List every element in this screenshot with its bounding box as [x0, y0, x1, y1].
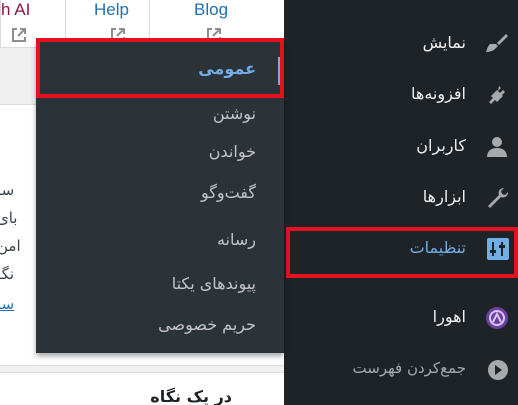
help-link-label: Help — [94, 0, 129, 19]
submenu-item-label: حریم خصوصی — [158, 315, 256, 334]
submenu-item-permalinks[interactable]: پیوندهای یکتا — [36, 268, 284, 302]
submenu-item-discussion[interactable]: گفت‌وگو — [36, 177, 284, 211]
ai-link-label: h AI — [1, 0, 31, 19]
sidebar-item-users[interactable]: کاربران — [284, 127, 518, 167]
widget-title: در یک نگاه — [150, 387, 232, 405]
submenu-item-general[interactable]: عمومی — [36, 53, 284, 87]
user-icon — [487, 137, 507, 157]
sidebar-item-label: نمایش — [422, 33, 466, 52]
sidebar-item-appearance[interactable]: نمایش — [284, 24, 518, 64]
submenu-item-label: گفت‌وگو — [200, 183, 256, 202]
sidebar-item-tools[interactable]: ابزارها — [284, 178, 518, 218]
sidebar-item-plugins[interactable]: افزونه‌ها — [284, 75, 518, 115]
plug-icon — [489, 86, 505, 104]
collapse-arrow-icon — [488, 360, 508, 380]
sidebar-item-label: تنظیمات — [409, 238, 466, 257]
paintbrush-icon — [486, 34, 508, 52]
current-item-indicator — [278, 57, 282, 85]
external-link-icon — [12, 28, 26, 42]
submenu-item-reading[interactable]: خواندن — [36, 136, 284, 170]
wrench-icon — [488, 187, 509, 208]
widget-text-fragment: امن — [0, 237, 21, 255]
settings-sliders-icon — [487, 238, 509, 260]
settings-submenu: عمومی نوشتن خواندن گفت‌وگو رسانه پیوندها… — [36, 40, 284, 353]
sidebar-item-label: افزونه‌ها — [411, 84, 466, 103]
widget-text-fragment: بای — [0, 209, 18, 227]
widget-text-fragment: سا — [0, 181, 15, 199]
submenu-item-privacy[interactable]: حریم خصوصی — [36, 309, 284, 343]
submenu-item-media[interactable]: رسانه — [36, 224, 284, 258]
submenu-item-label: خواندن — [208, 142, 256, 161]
admin-sidebar: نمایش افزونه‌ها کاربران ابزارها تنظیمات — [284, 0, 518, 405]
sidebar-item-ahura[interactable]: اهورا — [284, 298, 518, 338]
collapse-menu-button[interactable]: جمع‌کردن فهرست — [284, 350, 518, 390]
ahura-logo-icon — [486, 307, 508, 329]
submenu-item-label: پیوندهای یکتا — [171, 274, 256, 293]
submenu-item-writing[interactable]: نوشتن — [36, 98, 284, 132]
widget-link-fragment[interactable]: سا — [0, 295, 14, 313]
sidebar-item-label: ابزارها — [422, 187, 466, 206]
sidebar-item-label: جمع‌کردن فهرست — [352, 359, 466, 377]
sidebar-item-settings[interactable]: تنظیمات — [284, 229, 518, 269]
blog-link-label: Blog — [194, 0, 229, 19]
sidebar-item-label: کاربران — [416, 136, 466, 155]
widget-text-fragment: نگا — [0, 265, 15, 283]
submenu-item-label: نوشتن — [212, 104, 256, 123]
at-a-glance-widget: در یک نگاه — [0, 372, 284, 405]
submenu-item-label: عمومی — [198, 59, 256, 78]
submenu-item-label: رسانه — [216, 230, 256, 249]
sidebar-item-label: اهورا — [432, 307, 466, 326]
